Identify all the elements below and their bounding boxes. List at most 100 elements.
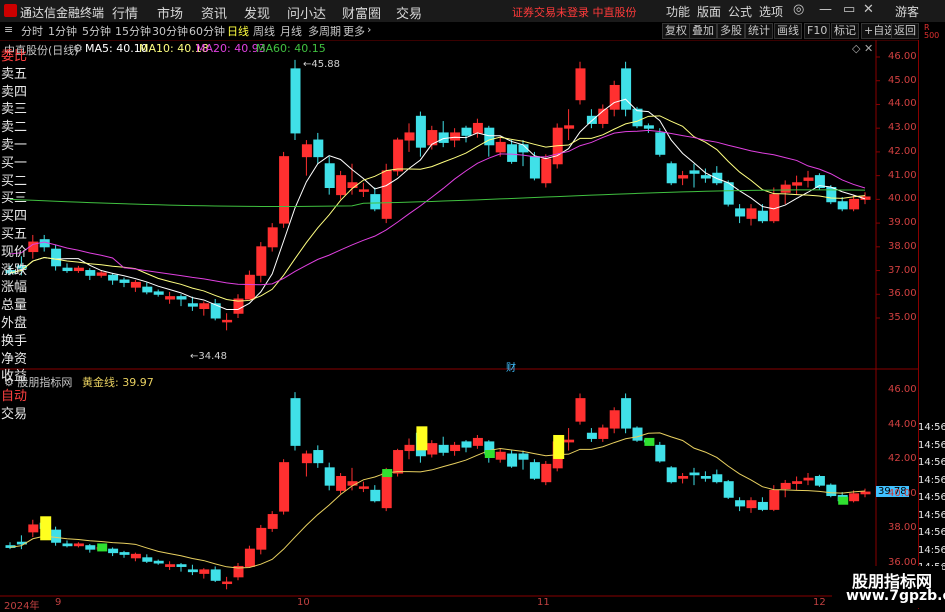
price-candle[interactable] xyxy=(301,140,312,176)
indicator-candle[interactable] xyxy=(313,445,324,468)
price-candle[interactable] xyxy=(233,294,244,318)
indicator-candle[interactable] xyxy=(575,393,586,425)
diejia-button[interactable]: 叠加 xyxy=(689,23,717,39)
sidebar-field[interactable]: 委比 xyxy=(1,45,27,64)
price-candle[interactable] xyxy=(73,265,84,273)
price-candle[interactable] xyxy=(678,170,689,186)
indicator-candle[interactable] xyxy=(632,426,643,442)
price-candle[interactable] xyxy=(586,109,597,129)
back-button[interactable]: 返回 xyxy=(891,23,919,39)
price-candle[interactable] xyxy=(119,277,130,288)
tab-daily[interactable]: 日线 xyxy=(227,23,249,39)
chevron-right-icon[interactable]: › xyxy=(367,23,371,36)
indicator-candle[interactable] xyxy=(187,564,198,576)
price-candle[interactable] xyxy=(438,121,449,148)
price-candle[interactable] xyxy=(336,170,347,200)
price-candle[interactable] xyxy=(130,280,141,292)
indicator-candle[interactable] xyxy=(301,450,312,477)
indicator-candle[interactable] xyxy=(347,467,358,491)
tab-multi[interactable]: 多周期 xyxy=(308,23,341,39)
indicator-candle[interactable] xyxy=(358,481,369,493)
price-candle[interactable] xyxy=(279,151,290,228)
price-candle[interactable] xyxy=(472,118,483,138)
sidebar-tab[interactable]: 交易 xyxy=(1,403,27,422)
price-candle[interactable] xyxy=(643,123,654,133)
indicator-candle[interactable] xyxy=(336,473,347,494)
menu-zixun[interactable]: 资讯 xyxy=(201,3,227,22)
indicator-candle[interactable] xyxy=(290,392,301,451)
price-candle[interactable] xyxy=(290,59,301,141)
price-candle[interactable] xyxy=(313,132,324,164)
price-candle[interactable] xyxy=(108,272,119,285)
price-candle[interactable] xyxy=(347,163,358,195)
menu-caifuquan[interactable]: 财富圈 xyxy=(342,3,381,22)
indicator-candle[interactable] xyxy=(518,450,529,470)
tab-monthly[interactable]: 月线 xyxy=(280,23,302,39)
price-candle[interactable] xyxy=(176,294,187,307)
indicator-chart[interactable] xyxy=(0,370,918,597)
indicator-candle[interactable] xyxy=(541,460,552,486)
indicator-candle[interactable] xyxy=(860,488,871,498)
price-candle[interactable] xyxy=(632,106,643,129)
indicator-candle[interactable] xyxy=(712,469,723,484)
menu-gongshi[interactable]: 公式 xyxy=(728,3,752,20)
tongji-button[interactable]: 统计 xyxy=(745,23,773,39)
indicator-candle[interactable] xyxy=(51,526,62,546)
price-candle[interactable] xyxy=(541,154,552,188)
indicator-candle[interactable] xyxy=(427,440,438,458)
indicator-candle[interactable] xyxy=(210,566,221,583)
indicator-candle[interactable] xyxy=(279,459,290,515)
price-candle[interactable] xyxy=(621,61,632,117)
price-candle[interactable] xyxy=(837,196,848,212)
sidebar-field[interactable]: 卖四 xyxy=(1,81,27,100)
indicator-candle[interactable] xyxy=(803,473,814,486)
indicator-candle[interactable] xyxy=(495,448,506,463)
menu-wenxiaoda[interactable]: 问小达 xyxy=(287,3,326,22)
close-pane-icon[interactable]: ✕ xyxy=(864,42,873,55)
price-candle[interactable] xyxy=(256,242,267,283)
price-candle[interactable] xyxy=(370,187,381,212)
indicator-candle[interactable] xyxy=(404,438,415,460)
indicator-candle[interactable] xyxy=(324,462,335,491)
indicator-candle[interactable] xyxy=(689,467,700,486)
price-candle[interactable] xyxy=(746,204,757,226)
tab-weekly[interactable]: 周线 xyxy=(253,23,275,39)
price-candle[interactable] xyxy=(826,185,837,205)
indicator-candle[interactable] xyxy=(598,424,609,442)
price-candle[interactable] xyxy=(792,175,803,195)
sidebar-field[interactable]: 买四 xyxy=(1,205,27,224)
close-icon[interactable]: ✕ xyxy=(863,2,874,17)
menu-jiaoyi[interactable]: 交易 xyxy=(396,3,422,22)
indicator-candle[interactable] xyxy=(130,552,141,562)
menu-xuanxiang[interactable]: 选项 xyxy=(759,3,783,20)
indicator-candle[interactable] xyxy=(267,511,278,532)
price-candle[interactable] xyxy=(210,299,221,321)
price-candle[interactable] xyxy=(564,109,575,141)
indicator-candle[interactable] xyxy=(108,547,119,557)
price-candle[interactable] xyxy=(85,268,96,281)
price-candle[interactable] xyxy=(427,125,438,150)
sidebar-tab[interactable]: 自动 xyxy=(1,385,27,404)
duogu-button[interactable]: 多股 xyxy=(717,23,745,39)
tab-5min[interactable]: 5分钟 xyxy=(82,23,111,39)
gear-icon[interactable]: ⚙ xyxy=(73,42,83,55)
sidebar-field[interactable]: 换手 xyxy=(1,330,27,349)
price-candle[interactable] xyxy=(415,111,426,157)
price-candle[interactable] xyxy=(712,166,723,186)
price-candle[interactable] xyxy=(404,123,415,152)
login-notice[interactable]: 证券交易未登录 中直股份 xyxy=(512,4,637,20)
indicator-candle[interactable] xyxy=(792,476,803,491)
sidebar-field[interactable]: 卖五 xyxy=(1,63,27,82)
price-candle[interactable] xyxy=(507,140,518,164)
huaxian-button[interactable]: 画线 xyxy=(774,23,802,39)
sidebar-field[interactable]: 净资 xyxy=(1,348,27,367)
tab-more[interactable]: 更多 xyxy=(343,23,365,39)
indicator-candle[interactable] xyxy=(199,568,210,579)
price-candle[interactable] xyxy=(199,301,210,316)
menu-hangqing[interactable]: 行情 xyxy=(112,3,138,22)
sidebar-field[interactable]: 卖一 xyxy=(1,134,27,153)
sidebar-field[interactable]: 卖三 xyxy=(1,98,27,117)
sidebar-field[interactable]: 卖二 xyxy=(1,116,27,135)
restore-icon[interactable]: ▭ xyxy=(843,2,855,17)
indicator-candle[interactable] xyxy=(666,466,677,484)
